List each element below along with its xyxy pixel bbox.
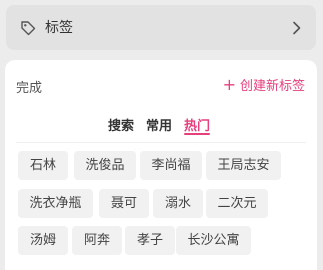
tab-popular[interactable]: 热门 [184,115,210,134]
create-tag-label: 创建新标签 [239,79,305,94]
divider [16,142,306,143]
active-tab-indicator [184,133,210,135]
tab-common[interactable]: 常用 [146,115,172,134]
tag-selector-bar[interactable]: 标签 [6,5,316,50]
tab-search[interactable]: 搜索 [108,115,134,134]
tag-bar-label: 标签 [45,20,73,36]
tag-chip[interactable]: 聂可 [99,189,149,218]
tag-chip[interactable]: 溺水 [153,189,203,218]
tag-chip[interactable]: 二次元 [206,189,268,218]
tag-chip[interactable]: 石林 [18,151,68,180]
tag-tabs: 搜索 常用 热门 [5,115,317,137]
tag-chip[interactable]: 阿奔 [72,226,122,255]
tag-chip[interactable]: 洗俊品 [74,151,136,180]
tag-chip[interactable]: 王局志安 [206,151,281,180]
tag-chip[interactable]: 汤姆 [18,226,68,255]
tag-panel: 完成 + 创建新标签 搜索 常用 热门 石林 洗俊品 李尚福 王局志安 洗衣净瓶… [5,60,317,270]
tag-chip[interactable]: 李尚福 [140,151,202,180]
tag-chip[interactable]: 孝子 [125,226,175,255]
chevron-right-icon[interactable] [292,21,302,35]
create-tag-button[interactable]: + 创建新标签 [223,75,305,94]
done-button[interactable]: 完成 [16,77,42,96]
plus-icon: + [222,74,236,94]
tag-chip[interactable]: 长沙公寓 [176,226,251,255]
tag-chip[interactable]: 洗衣净瓶 [18,189,93,218]
tag-icon [21,21,36,36]
